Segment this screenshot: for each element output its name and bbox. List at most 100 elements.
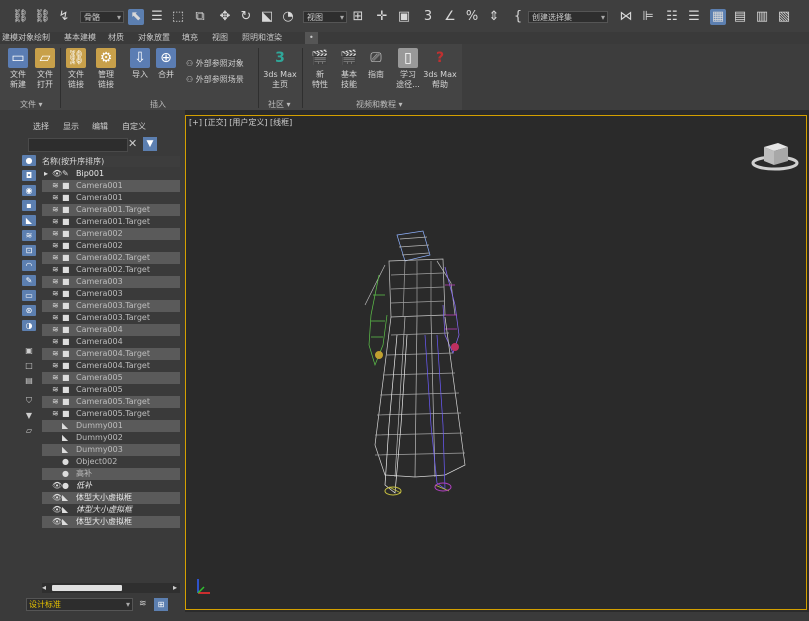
tree-row[interactable]: ● Object002: [42, 456, 180, 468]
visibility-icon[interactable]: ≋: [52, 372, 60, 384]
visibility-icon[interactable]: 👁: [52, 168, 62, 180]
region-select-icon[interactable]: ⬚: [170, 9, 186, 25]
visibility-icon[interactable]: ≋: [52, 396, 60, 408]
select-by-name-icon[interactable]: ☰: [149, 9, 165, 25]
mirror-icon[interactable]: ⋈: [618, 9, 634, 25]
select-object-icon[interactable]: ⬉: [128, 9, 144, 25]
select-manipulate-icon[interactable]: ✛: [374, 9, 390, 25]
tree-row[interactable]: ≋ ■ Camera005.Target: [42, 396, 180, 408]
visibility-icon[interactable]: ≋: [52, 276, 60, 288]
tab-view[interactable]: 视图: [212, 32, 228, 44]
visibility-icon[interactable]: ≋: [52, 384, 60, 396]
manage-link-button[interactable]: ⚙ 管理 链接: [92, 48, 120, 90]
tree-row[interactable]: ● 高补: [42, 468, 180, 480]
tree-row[interactable]: ◣ Dummy001: [42, 420, 180, 432]
select-none-icon[interactable]: □: [22, 360, 36, 371]
visibility-icon[interactable]: 👁: [52, 516, 62, 528]
viewport-perspective[interactable]: [185, 115, 807, 610]
visibility-icon[interactable]: ≋: [52, 180, 60, 192]
named-selection-icon[interactable]: {: [510, 9, 526, 25]
tree-row[interactable]: ≋ ■ Camera005.Target: [42, 408, 180, 420]
new-file-button[interactable]: ▭ 文件 新建: [4, 48, 32, 90]
tree-row[interactable]: ≋ ■ Camera004: [42, 324, 180, 336]
tab-populate[interactable]: 填充: [182, 32, 198, 44]
angle-snap-icon[interactable]: ∠: [442, 9, 458, 25]
tree-row[interactable]: ≋ ■ Camera001.Target: [42, 216, 180, 228]
visibility-icon[interactable]: ≋: [52, 312, 60, 324]
scrollbar-thumb[interactable]: [52, 585, 122, 591]
visibility-icon[interactable]: ≋: [52, 288, 60, 300]
display-frozen-icon[interactable]: ◑: [22, 320, 36, 331]
render-setup-icon[interactable]: ▧: [776, 9, 792, 25]
hierarchy-mode-icon[interactable]: ⊞: [154, 598, 168, 611]
tree-row[interactable]: 👁 ◣ 体型大小虚拟框: [42, 492, 180, 504]
guide-button[interactable]: ⎚ 指南: [362, 48, 390, 80]
tree-row[interactable]: ▸ 👁 ✎ Bip001: [42, 168, 180, 180]
ribbon-section-community[interactable]: 社区 ▾: [268, 100, 291, 110]
tree-row[interactable]: ≋ ■ Camera001.Target: [42, 204, 180, 216]
display-bones-icon[interactable]: ▭: [22, 290, 36, 301]
scale-icon[interactable]: ⬕: [259, 9, 275, 25]
material-editor-icon[interactable]: ▥: [754, 9, 770, 25]
tree-row[interactable]: ≋ ■ Camera005: [42, 372, 180, 384]
basic-skills-button[interactable]: 🎬 基本 技能: [335, 48, 363, 90]
tree-row[interactable]: 👁 ◣ 体型大小虚拟框: [42, 504, 180, 516]
find-icon[interactable]: ▼: [22, 410, 36, 421]
menu-edit[interactable]: 编辑: [92, 121, 108, 133]
pivot-icon[interactable]: ⊞: [350, 9, 366, 25]
align-icon[interactable]: ⊫: [640, 9, 656, 25]
display-helpers-icon[interactable]: ≋: [22, 230, 36, 241]
display-all-icon[interactable]: ●: [22, 155, 36, 166]
tree-row[interactable]: ≋ ■ Camera003: [42, 288, 180, 300]
visibility-icon[interactable]: 👁: [52, 504, 62, 516]
tree-row[interactable]: ≋ ■ Camera002.Target: [42, 252, 180, 264]
viewport-label[interactable]: [+] [正交] [用户定义] [线框]: [189, 118, 292, 128]
tree-row[interactable]: ≋ ■ Camera002.Target: [42, 264, 180, 276]
ribbon-toggle-icon[interactable]: ▦: [710, 9, 726, 25]
visibility-icon[interactable]: ≋: [52, 348, 60, 360]
tab-modeling[interactable]: 建模: [2, 32, 18, 44]
layer-explorer-icon[interactable]: ☰: [686, 9, 702, 25]
expand-arrow-icon[interactable]: ▸: [44, 168, 48, 180]
hierarchy-icon[interactable]: ⏥: [22, 425, 36, 436]
display-containers-icon[interactable]: ⊛: [22, 305, 36, 316]
invert-selection-icon[interactable]: ▤: [22, 375, 36, 386]
tree-row[interactable]: ≋ ■ Camera005: [42, 384, 180, 396]
visibility-icon[interactable]: ≋: [52, 324, 60, 336]
spinner-snap-icon[interactable]: ⇕: [486, 9, 502, 25]
ribbon-minimize-button[interactable]: •: [305, 32, 318, 44]
unlink-icon[interactable]: ⛓: [34, 9, 51, 25]
select-all-icon[interactable]: ▣: [22, 345, 36, 356]
visibility-icon[interactable]: 👁: [52, 480, 62, 492]
visibility-icon[interactable]: ≋: [52, 192, 60, 204]
learning-path-button[interactable]: ▯ 学习 途径...: [394, 48, 422, 90]
visibility-icon[interactable]: 👁: [52, 492, 62, 504]
tree-row[interactable]: ≋ ■ Camera003.Target: [42, 300, 180, 312]
scroll-right-icon[interactable]: ▸: [173, 583, 177, 593]
visibility-icon[interactable]: ≋: [52, 360, 60, 372]
explorer-search-input[interactable]: [28, 138, 128, 152]
tree-row[interactable]: 👁 ◣ 体型大小虚拟框: [42, 516, 180, 528]
visibility-icon[interactable]: ≋: [52, 408, 60, 420]
tree-row[interactable]: ≋ ■ Camera002: [42, 228, 180, 240]
tree-row[interactable]: ◣ Dummy003: [42, 444, 180, 456]
explorer-type-dropdown[interactable]: 设计标准: [26, 598, 133, 611]
display-xrefs-icon[interactable]: ✎: [22, 275, 36, 286]
bind-spacewarp-icon[interactable]: ↯: [56, 9, 72, 25]
ribbon-section-video[interactable]: 视频和教程 ▾: [356, 100, 403, 110]
snap-toggle-icon[interactable]: 3: [420, 9, 436, 25]
tab-object-placement[interactable]: 对象放置: [138, 32, 170, 44]
visibility-icon[interactable]: ≋: [52, 240, 60, 252]
scene-explorer-toggle-icon[interactable]: ☷: [664, 9, 680, 25]
open-file-button[interactable]: ▱ 文件 打开: [31, 48, 59, 90]
column-header-name[interactable]: 名称(按升序排序): [42, 156, 180, 167]
new-features-button[interactable]: 🎬 新特性: [306, 48, 334, 90]
menu-display[interactable]: 显示: [63, 121, 79, 133]
visibility-icon[interactable]: ≋: [52, 336, 60, 348]
max-help-button[interactable]: ? 3ds Max 帮助: [422, 48, 458, 90]
tree-row[interactable]: ≋ ■ Camera003.Target: [42, 312, 180, 324]
display-geometry-icon[interactable]: ◘: [22, 170, 36, 181]
tab-object-paint[interactable]: 对象绘制: [18, 32, 50, 44]
display-cameras-icon[interactable]: ◣: [22, 215, 36, 226]
max-home-button[interactable]: 3 3ds Max 主页: [262, 48, 298, 90]
